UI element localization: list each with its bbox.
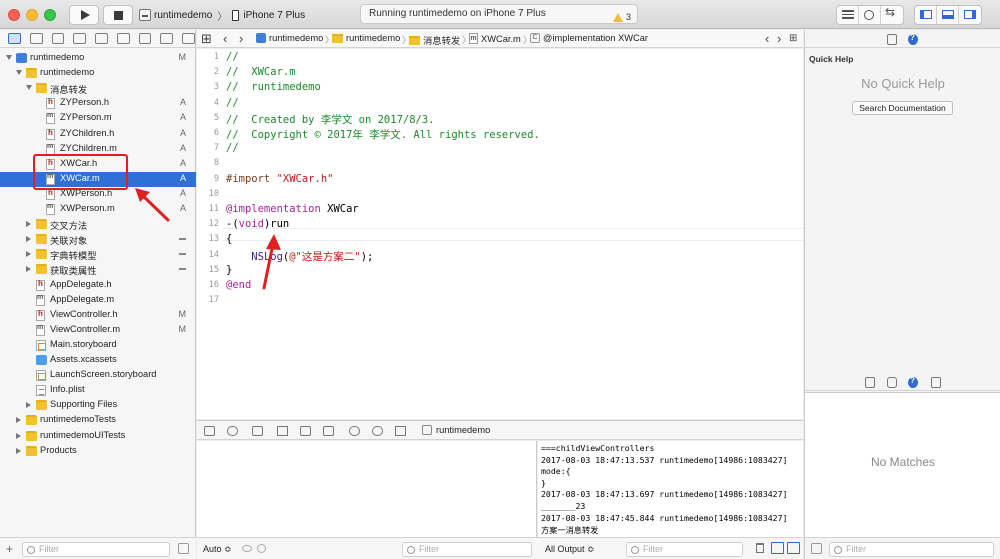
annotation-arrows [135, 188, 281, 290]
xcode-window: runtimedemo 〉 iPhone 7 Plus Running runt… [0, 0, 1000, 559]
annotation-arrowhead-code [266, 234, 281, 250]
annotation-arrow-code [262, 242, 275, 290]
